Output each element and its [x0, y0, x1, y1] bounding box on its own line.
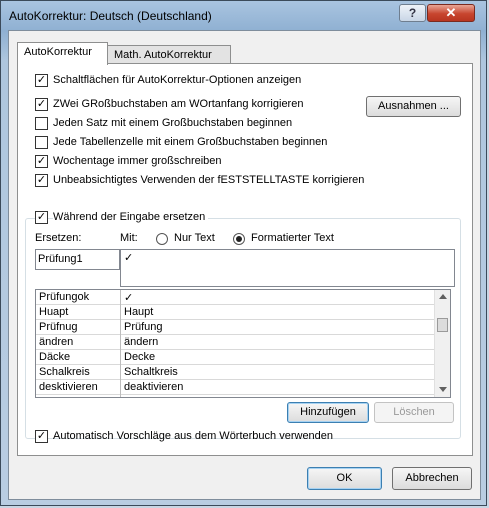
- row-replace-text: Prüfnug: [39, 321, 78, 333]
- with-label: Mit:: [120, 232, 138, 244]
- row-with-text: deaktivieren: [124, 381, 184, 393]
- table-row[interactable]: Huapt Haupt: [36, 305, 434, 320]
- scroll-thumb[interactable]: [437, 318, 448, 332]
- table-row[interactable]: Däcke Decke: [36, 350, 434, 365]
- weekdays-checkbox[interactable]: ✓: [35, 155, 48, 168]
- replace-input-value: Prüfung1: [38, 253, 83, 265]
- two-caps-label: ZWei GRoßbuchstaben am WOrtanfang korrig…: [53, 98, 304, 110]
- row-replace-text: Prüfungok: [39, 291, 90, 303]
- radio-selected-dot: [236, 236, 242, 242]
- sentence-caps-label: Jeden Satz mit einem Großbuchstaben begi…: [53, 117, 293, 129]
- sentence-caps-checkbox[interactable]: [35, 117, 48, 130]
- replace-input[interactable]: Prüfung1: [35, 249, 120, 270]
- dialog-window: AutoKorrektur: Deutsch (Deutschland) ? ✕…: [0, 0, 487, 506]
- table-row[interactable]: Prüfnug Prüfung: [36, 320, 434, 335]
- close-icon: ✕: [445, 5, 457, 20]
- row-with-text: ✓: [124, 292, 134, 304]
- replace-label: Ersetzen:: [35, 232, 82, 244]
- tab-autokorrektur[interactable]: AutoKorrektur: [17, 42, 108, 65]
- show-buttons-label: Schaltflächen für AutoKorrektur-Optionen…: [53, 74, 302, 86]
- with-input[interactable]: ✓: [120, 249, 455, 287]
- table-caps-label: Jede Tabellenzelle mit einem Großbuchsta…: [53, 136, 328, 148]
- help-button[interactable]: ?: [399, 4, 426, 22]
- row-replace-text: ändren: [39, 336, 74, 348]
- list-scrollbar[interactable]: [434, 290, 450, 397]
- ok-button[interactable]: OK: [307, 467, 382, 490]
- row-with-text: Haupt: [124, 306, 154, 318]
- scroll-down-icon[interactable]: [439, 387, 447, 392]
- exceptions-button[interactable]: Ausnahmen ...: [366, 96, 461, 117]
- auto-suggest-label: Automatisch Vorschläge aus dem Wörterbuc…: [53, 430, 334, 442]
- formatted-text-radio[interactable]: [233, 233, 245, 245]
- window-title: AutoKorrektur: Deutsch (Deutschland): [9, 9, 212, 23]
- capslock-label: Unbeabsichtigtes Verwenden der fESTSTELL…: [53, 174, 365, 186]
- table-row[interactable]: desktivieren deaktivieren: [36, 380, 434, 395]
- auto-suggest-checkbox[interactable]: ✓: [35, 430, 48, 443]
- show-buttons-checkbox[interactable]: ✓: [35, 74, 48, 87]
- formatted-text-label: Formatierter Text: [251, 232, 334, 244]
- plain-text-label: Nur Text: [174, 232, 215, 244]
- row-with-text: Prüfung: [124, 321, 163, 333]
- table-row[interactable]: ändren ändern: [36, 335, 434, 350]
- table-row[interactable]: Schalkreis Schaltkreis: [36, 365, 434, 380]
- delete-button[interactable]: Löschen: [374, 402, 454, 423]
- row-replace-text: desktivieren: [39, 381, 98, 393]
- replacement-list[interactable]: Prüfungok ✓ Huapt Haupt Prüfnug Prüfung änd…: [35, 289, 451, 398]
- replace-while-typing-checkbox[interactable]: ✓: [35, 211, 48, 224]
- with-input-value: ✓: [124, 252, 134, 264]
- table-row[interactable]: Prüfungok ✓: [36, 290, 434, 305]
- row-with-text: ändern: [124, 336, 159, 348]
- row-with-text: Schaltkreis: [124, 366, 178, 378]
- two-caps-checkbox[interactable]: ✓: [35, 98, 48, 111]
- table-caps-checkbox[interactable]: [35, 136, 48, 149]
- capslock-checkbox[interactable]: ✓: [35, 174, 48, 187]
- row-with-text: Decke: [124, 351, 156, 363]
- add-button[interactable]: Hinzufügen: [287, 402, 369, 423]
- title-bar[interactable]: AutoKorrektur: Deutsch (Deutschland) ? ✕: [1, 1, 488, 29]
- cancel-button[interactable]: Abbrechen: [392, 467, 472, 490]
- row-replace-text: Schalkreis: [39, 366, 90, 378]
- plain-text-radio[interactable]: [156, 233, 168, 245]
- weekdays-label: Wochentage immer großschreiben: [53, 155, 222, 167]
- replace-while-typing-label: Während der Eingabe ersetzen: [53, 211, 209, 223]
- scroll-up-icon[interactable]: [439, 294, 447, 299]
- tab-math-autokorrektur[interactable]: Math. AutoKorrektur: [107, 45, 231, 65]
- column-divider: [120, 290, 121, 397]
- row-replace-text: Huapt: [39, 306, 69, 318]
- dialog-client-area: AutoKorrektur Math. AutoKorrektur ✓ Scha…: [8, 30, 481, 500]
- row-replace-text: Däcke: [39, 351, 71, 363]
- close-button[interactable]: ✕: [427, 4, 475, 22]
